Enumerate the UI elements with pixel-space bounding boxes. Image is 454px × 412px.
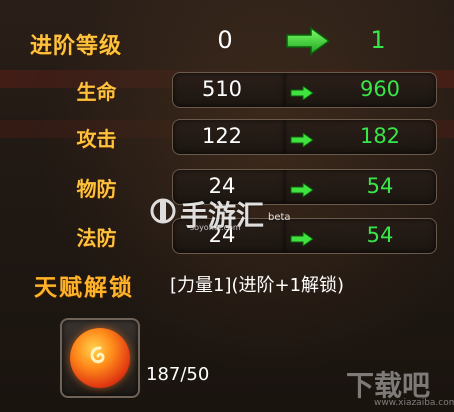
- talent-description: [力量1](进阶+1解锁): [170, 275, 345, 296]
- watermark-logo: 手游汇 beta soyohui.com: [150, 192, 300, 232]
- big-right-arrow-icon: [286, 26, 331, 56]
- stat-before-value: 0: [217, 26, 233, 54]
- watermark-mark-icon: [150, 198, 176, 224]
- stat-after-value: 54: [366, 223, 394, 247]
- talent-title: 天赋解锁: [34, 275, 134, 301]
- watermark-url: www.xiazaiba.com: [374, 398, 454, 408]
- small-right-arrow-icon: [290, 232, 314, 246]
- stat-after-value: 182: [359, 124, 401, 148]
- stat-row-hp: 生命 510 960: [0, 70, 454, 110]
- stat-after-value: 960: [359, 77, 401, 101]
- swirl-icon: [90, 346, 105, 364]
- talent-unlock-row: 天赋解锁 [力量1](进阶+1解锁): [0, 262, 454, 302]
- stat-after-value: 54: [366, 174, 394, 198]
- stat-label: 攻击: [76, 127, 117, 151]
- advancement-panel: 进阶等级 0 1 生命 510 960 攻击 122 182 物防 24 54 …: [0, 0, 454, 412]
- material-item-slot[interactable]: [60, 318, 140, 398]
- stat-row-attack: 攻击 122 182: [0, 117, 454, 157]
- watermark-beta: beta: [268, 212, 291, 223]
- stat-after-value: 1: [370, 26, 386, 54]
- watermark-logo-2: 下载吧 www.xiazaiba.com: [340, 360, 454, 410]
- stat-label: 进阶等级: [30, 34, 123, 59]
- stat-before-value: 122: [201, 124, 243, 148]
- item-count: 187/50: [146, 364, 210, 385]
- stat-label: 物防: [76, 177, 117, 201]
- stat-row-advance-level: 进阶等级 0 1: [0, 22, 454, 62]
- stat-before-value: 510: [201, 77, 243, 101]
- stat-label: 生命: [76, 80, 117, 104]
- small-right-arrow-icon: [290, 86, 314, 100]
- small-right-arrow-icon: [290, 133, 314, 147]
- watermark-url: soyohui.com: [190, 223, 241, 232]
- stat-label: 法防: [76, 226, 117, 250]
